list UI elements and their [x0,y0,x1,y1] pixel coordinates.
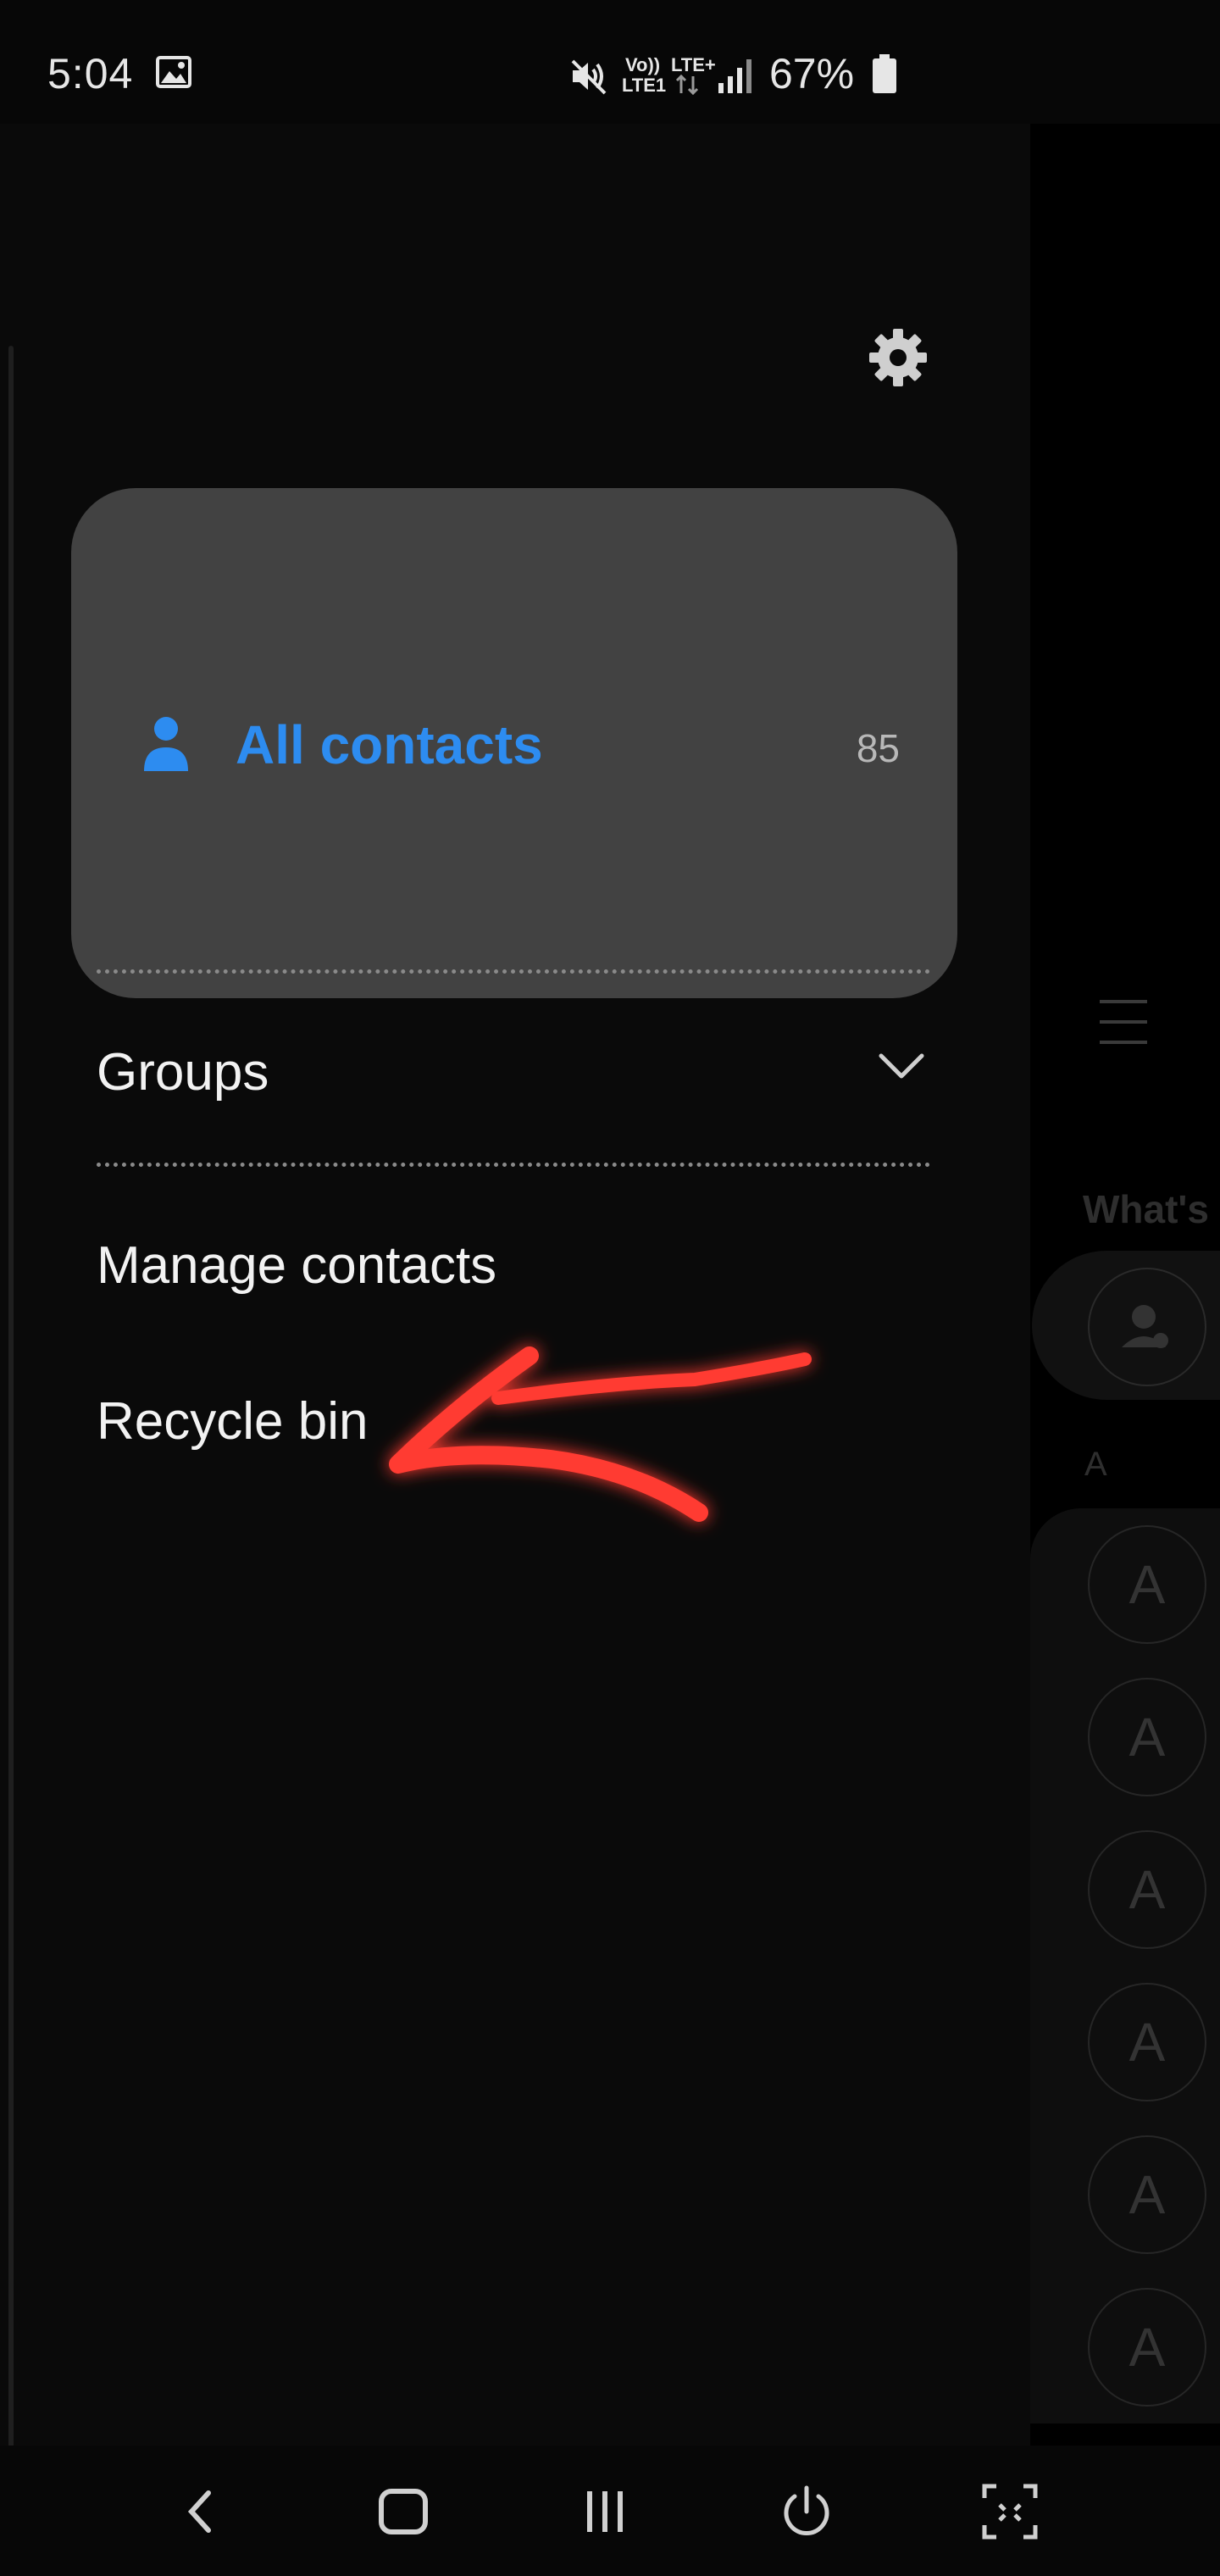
mute-icon [571,59,607,95]
recycle-bin-item[interactable]: Recycle bin [97,1391,368,1452]
screenshot-icon [982,2484,1038,2540]
home-button[interactable] [368,2476,439,2547]
navigation-drawer: All contacts 85 Groups Manage contacts R… [0,124,1030,2540]
gallery-icon [156,56,191,88]
person-icon [144,717,188,771]
profile-avatar [1088,1268,1206,1386]
contact-avatar[interactable]: A [1088,2135,1206,2254]
all-contacts-count: 85 [856,726,900,770]
chevron-down-icon [879,1053,924,1079]
all-contacts-item[interactable]: All contacts 85 [71,488,957,998]
groups-item[interactable]: Groups [97,1025,930,1119]
screenshot-button[interactable] [974,2476,1045,2547]
power-icon [784,2485,829,2535]
person-bell-icon [1122,1305,1168,1348]
story-row[interactable] [1032,1251,1220,1400]
back-button[interactable] [164,2476,236,2547]
contact-avatar[interactable]: A [1088,1830,1206,1949]
battery-icon [873,54,896,93]
status-bar: 5:04 Vo)) LTE1 LTE+ 67% [0,0,1220,119]
gear-icon [869,329,927,386]
divider [97,1163,930,1167]
background-contact-list: A A A A A A [1030,1508,1220,2423]
system-nav-bar [0,2446,1220,2576]
groups-label: Groups [97,1043,269,1102]
recents-icon [587,2491,623,2532]
recents-button[interactable] [569,2476,640,2547]
status-time: 5:04 [47,50,134,97]
lte1-label: LTE1 [622,75,667,96]
power-button[interactable] [771,2476,842,2547]
contact-avatar[interactable]: A [1088,2288,1206,2407]
divider [97,969,930,974]
contact-avatar[interactable]: A [1088,1983,1206,2101]
menu-icon[interactable] [1100,1000,1147,1046]
signal-icon [718,59,751,93]
settings-button[interactable] [862,322,934,393]
lteplus-label: LTE+ [671,54,716,75]
battery-percent: 67% [769,50,855,97]
annotation-arrow [389,1346,812,1522]
screen: 5:04 Vo)) LTE1 LTE+ 67% What's A A A A A… [0,0,1220,2576]
contact-avatar[interactable]: A [1088,1678,1206,1796]
drawer-edge [8,346,14,2540]
volte-label: Vo)) [625,54,661,75]
contact-avatar[interactable]: A [1088,1525,1206,1644]
all-contacts-label: All contacts [236,714,543,775]
home-icon [379,2489,428,2534]
whats-new-label: What's [1083,1187,1209,1231]
data-arrows-icon [675,75,699,95]
manage-contacts-item[interactable]: Manage contacts [97,1235,496,1296]
section-header-letter: A [1084,1446,1107,1483]
back-icon [187,2490,211,2533]
